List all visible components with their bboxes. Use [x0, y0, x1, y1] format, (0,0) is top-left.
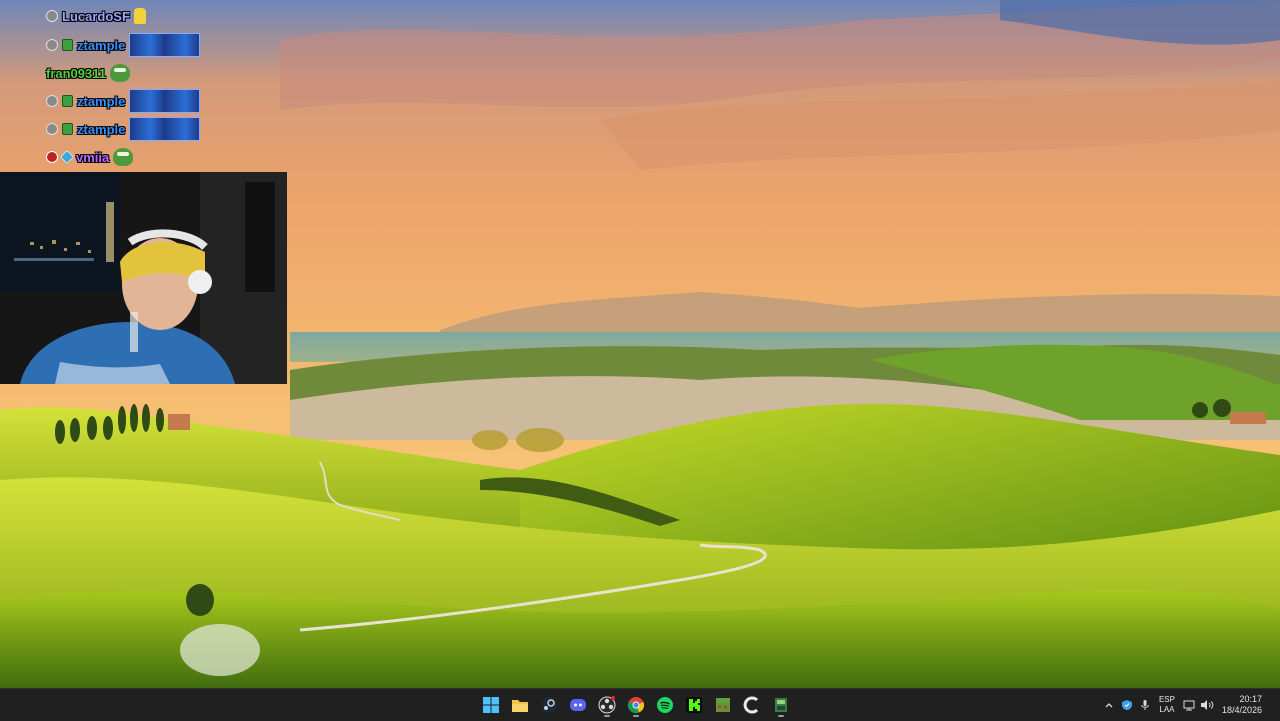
- taskbar-apps: [479, 689, 793, 721]
- chat-message: ztample: [46, 33, 201, 57]
- kick-icon: [686, 697, 702, 713]
- pikachu-emote-icon: [133, 8, 146, 24]
- system-tray: ESP LAA 20:17 18/4/2026: [1100, 689, 1280, 721]
- chat-username: LucardoSF: [62, 8, 130, 24]
- game-launcher-button[interactable]: [769, 693, 793, 717]
- viewer-badge-icon: [46, 123, 58, 135]
- obs-icon: [598, 696, 616, 714]
- chat-username: ztample: [77, 93, 126, 109]
- ships-emote-icon: [129, 117, 201, 141]
- keyboard-layout-code: LAA: [1159, 705, 1175, 714]
- microphone-icon: [1140, 700, 1149, 710]
- minecraft-button[interactable]: [711, 693, 735, 717]
- file-explorer-button[interactable]: [508, 693, 532, 717]
- game-launcher-icon: [775, 698, 787, 712]
- viewer-badge-icon: [46, 10, 58, 22]
- chat-message: ztample: [46, 117, 201, 141]
- discord-button[interactable]: [566, 693, 590, 717]
- taskbar: ESP LAA 20:17 18/4/2026: [0, 688, 1280, 721]
- chat-username: vmiia: [76, 149, 110, 165]
- volume-tray-button[interactable]: [1198, 695, 1216, 715]
- steam-button[interactable]: [537, 693, 561, 717]
- webcam-feed: [0, 172, 287, 384]
- chat-message: LucardoSF: [46, 4, 146, 28]
- chat-username: ztample: [77, 121, 126, 137]
- subscriber-badge-icon: [62, 123, 73, 135]
- spotify-button[interactable]: [653, 693, 677, 717]
- folder-icon: [512, 700, 528, 712]
- ccleaner-icon: [743, 696, 759, 714]
- clock-date: 18/4/2026: [1221, 705, 1262, 715]
- chrome-icon: [627, 697, 645, 714]
- subscriber-badge-icon: [62, 95, 73, 107]
- chat-message: fran09311: [46, 61, 130, 85]
- show-hidden-icons-button[interactable]: [1100, 695, 1118, 715]
- kick-button[interactable]: [682, 693, 706, 717]
- clock-button[interactable]: 20:17 18/4/2026: [1216, 694, 1280, 716]
- start-button[interactable]: [479, 693, 503, 717]
- windows-start-icon: [483, 697, 499, 713]
- network-icon: [1183, 700, 1195, 711]
- frog-emote-icon: [113, 148, 134, 166]
- subscriber-badge-icon: [62, 39, 73, 51]
- speaker-icon: [1200, 700, 1214, 710]
- viewer-badge-icon: [46, 95, 58, 107]
- viewer-badge-icon: [46, 39, 58, 51]
- chevron-up-icon: [1105, 703, 1113, 708]
- microphone-tray-button[interactable]: [1136, 695, 1154, 715]
- chat-message: ztample: [46, 89, 201, 113]
- ships-emote-icon: [129, 89, 201, 113]
- input-language-button[interactable]: ESP LAA: [1154, 695, 1180, 715]
- frog-emote-icon: [110, 64, 130, 82]
- ccleaner-button[interactable]: [740, 693, 764, 717]
- obs-button[interactable]: [595, 693, 619, 717]
- ships-emote-icon: [129, 33, 201, 57]
- clock-time: 20:17: [1239, 694, 1262, 704]
- viewer-badge-icon: [46, 151, 58, 163]
- minecraft-icon: [716, 698, 730, 712]
- chrome-button[interactable]: [624, 693, 648, 717]
- steam-icon: [541, 697, 557, 713]
- gem-badge-icon: [59, 149, 75, 165]
- chat-username: ztample: [77, 37, 126, 53]
- chat-username: fran09311: [46, 65, 106, 81]
- network-tray-button[interactable]: [1180, 695, 1198, 715]
- stream-chat-overlay: LucardoSF ztample fran09311 ztample ztam…: [0, 0, 290, 172]
- language-code: ESP: [1158, 695, 1175, 704]
- chat-message: vmiia: [46, 145, 134, 169]
- shield-icon: [1121, 700, 1132, 710]
- spotify-icon: [657, 697, 673, 713]
- security-tray-button[interactable]: [1118, 695, 1136, 715]
- discord-icon: [570, 699, 586, 711]
